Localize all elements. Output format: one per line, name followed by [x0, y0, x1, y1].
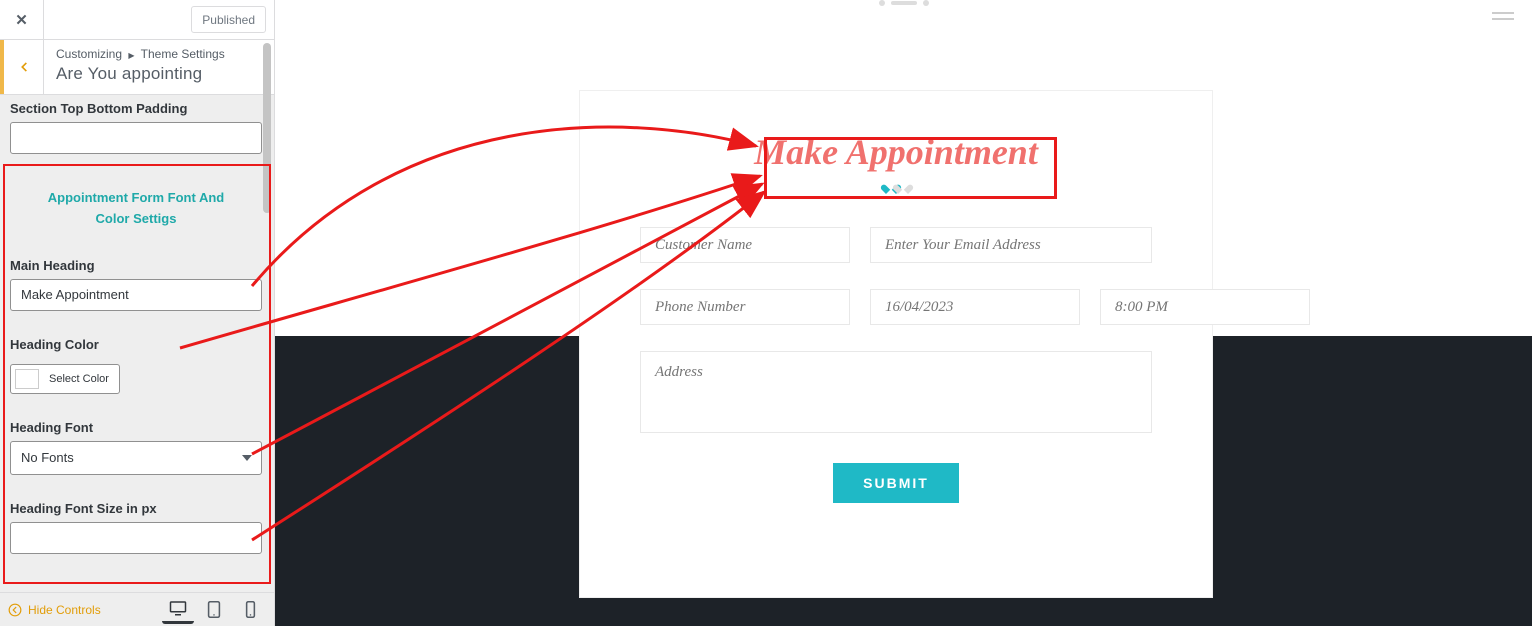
- decorative-dots: [879, 0, 929, 6]
- back-button[interactable]: [0, 40, 44, 94]
- form-heading: Make Appointment: [640, 131, 1152, 173]
- hide-controls-label: Hide Controls: [28, 603, 101, 617]
- heading-color-label: Heading Color: [10, 337, 262, 352]
- font-size-label: Heading Font Size in px: [10, 501, 262, 516]
- panel-title: Are You appointing: [56, 64, 262, 84]
- appointment-form-card: Make Appointment SUBMIT: [579, 90, 1213, 598]
- device-mobile-button[interactable]: [234, 596, 266, 624]
- sidebar-footer: Hide Controls: [0, 592, 274, 626]
- sidebar-body: Section Top Bottom Padding Appointment F…: [0, 95, 274, 592]
- sidebar-scrollbar[interactable]: [260, 40, 274, 592]
- published-status-button[interactable]: Published: [191, 6, 266, 33]
- collapse-left-icon: [8, 603, 22, 617]
- device-desktop-button[interactable]: [162, 596, 194, 624]
- sidebar-topbar: ✕ Published: [0, 0, 274, 40]
- main-heading-label: Main Heading: [10, 258, 262, 273]
- hide-controls-button[interactable]: Hide Controls: [8, 603, 101, 617]
- device-switcher: [162, 596, 266, 624]
- customer-name-input[interactable]: [640, 227, 850, 263]
- published-label: Published: [202, 13, 255, 27]
- customizer-sidebar: ✕ Published Customizing ▶ Theme Settings…: [0, 0, 275, 626]
- padding-input[interactable]: [10, 122, 262, 154]
- heart-icon-muted: [898, 185, 906, 193]
- header-text-block: Customizing ▶ Theme Settings Are You app…: [44, 40, 274, 94]
- breadcrumb-part-2: Theme Settings: [141, 47, 225, 61]
- decorative-menu-lines: [1492, 12, 1514, 20]
- device-tablet-button[interactable]: [198, 596, 230, 624]
- submit-button[interactable]: SUBMIT: [833, 463, 959, 503]
- close-icon: ✕: [15, 11, 28, 29]
- main-heading-input[interactable]: [10, 279, 262, 311]
- form-grid: SUBMIT: [640, 227, 1152, 503]
- heading-font-label: Heading Font: [10, 420, 262, 435]
- email-input[interactable]: [870, 227, 1152, 263]
- breadcrumb-separator-icon: ▶: [128, 51, 134, 60]
- sidebar-header: Customizing ▶ Theme Settings Are You app…: [0, 40, 274, 95]
- select-color-text: Select Color: [49, 373, 109, 385]
- color-swatch-icon: [15, 369, 39, 389]
- chevron-left-icon: [17, 60, 31, 74]
- select-color-button[interactable]: Select Color: [10, 364, 120, 394]
- preview-pane: Make Appointment SUBMIT: [275, 0, 1532, 626]
- desktop-icon: [169, 600, 187, 616]
- time-input[interactable]: [1100, 289, 1310, 325]
- scrollbar-thumb[interactable]: [263, 43, 271, 213]
- date-input[interactable]: [870, 289, 1080, 325]
- breadcrumb-part-1: Customizing: [56, 47, 122, 61]
- phone-input[interactable]: [640, 289, 850, 325]
- tablet-icon: [207, 601, 221, 618]
- heading-font-select[interactable]: No Fonts: [10, 441, 262, 475]
- mobile-icon: [245, 601, 256, 618]
- font-color-section-title: Appointment Form Font And Color Settigs: [10, 172, 262, 232]
- address-textarea[interactable]: [640, 351, 1152, 433]
- close-button[interactable]: ✕: [0, 0, 44, 39]
- font-color-section: Appointment Form Font And Color Settigs …: [10, 172, 262, 554]
- font-size-input[interactable]: [10, 522, 262, 554]
- heart-divider: [640, 185, 1152, 193]
- padding-label: Section Top Bottom Padding: [10, 101, 262, 116]
- breadcrumb: Customizing ▶ Theme Settings: [56, 47, 262, 61]
